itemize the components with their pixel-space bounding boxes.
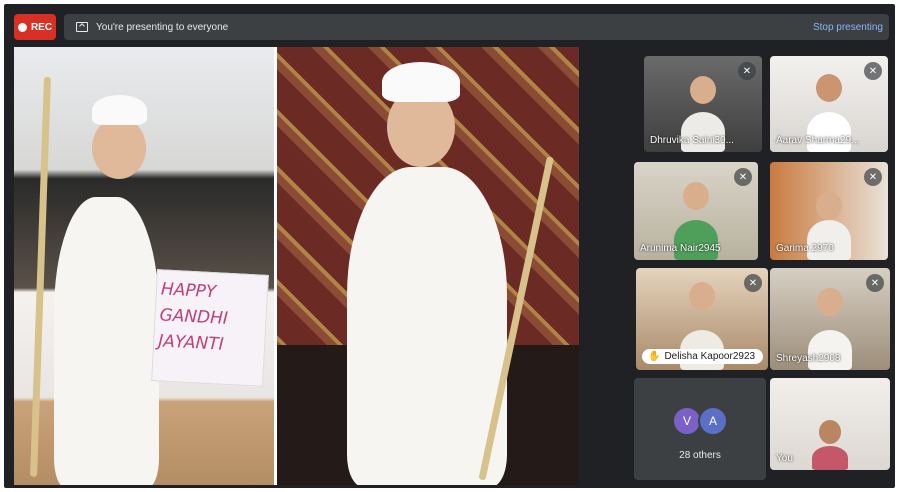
mic-off-icon: ✕ bbox=[744, 274, 762, 292]
participant-face bbox=[689, 282, 715, 310]
presentation-photo-left: HAPPY GANDHI JAYANTI bbox=[14, 47, 274, 485]
participant-tile[interactable]: ✕ ✋ Delisha Kapoor2923 bbox=[636, 268, 768, 370]
participant-body bbox=[808, 330, 852, 370]
recording-badge[interactable]: REC bbox=[14, 14, 56, 40]
participant-face bbox=[816, 192, 842, 220]
participant-name: Aarav Sharma29... bbox=[776, 135, 860, 146]
participant-tile[interactable]: ✕ Dhruvika Saini30... bbox=[644, 56, 762, 152]
mic-off-icon: ✕ bbox=[866, 274, 884, 292]
participant-name: Arunima Nair2945 bbox=[640, 243, 721, 254]
greeting-sign: HAPPY GANDHI JAYANTI bbox=[151, 269, 269, 387]
others-tile[interactable]: V A 28 others bbox=[634, 378, 766, 480]
participant-face bbox=[683, 182, 709, 210]
participant-body bbox=[681, 112, 725, 152]
participant-face bbox=[817, 288, 843, 316]
child-cap bbox=[92, 95, 147, 125]
child-figure bbox=[54, 197, 159, 485]
presenting-message: You're presenting to everyone bbox=[96, 21, 229, 33]
participant-name: Garima 2970 bbox=[776, 243, 834, 254]
participant-tile[interactable]: ✕ Arunima Nair2945 bbox=[634, 162, 758, 260]
participant-body bbox=[812, 446, 848, 470]
participant-body bbox=[674, 220, 718, 260]
child-face bbox=[92, 117, 146, 179]
others-count: 28 others bbox=[679, 450, 721, 461]
mic-off-icon: ✕ bbox=[864, 168, 882, 186]
participant-name: You bbox=[776, 453, 793, 464]
child-figure bbox=[347, 167, 507, 485]
present-screen-icon bbox=[76, 22, 88, 32]
walking-stick bbox=[30, 76, 51, 477]
presentation-photo-right bbox=[277, 47, 579, 485]
mic-off-icon: ✕ bbox=[738, 62, 756, 80]
participant-name: Shreyash2908 bbox=[776, 353, 841, 364]
sign-line: JAYANTI bbox=[157, 331, 225, 355]
child-cap bbox=[382, 62, 460, 102]
raised-hand-icon: ✋ bbox=[648, 351, 661, 362]
stop-presenting-button[interactable]: Stop presenting bbox=[813, 22, 883, 33]
participant-face bbox=[816, 74, 842, 102]
record-icon bbox=[17, 22, 27, 32]
participant-face bbox=[819, 420, 841, 444]
mic-off-icon: ✕ bbox=[864, 62, 882, 80]
self-tile[interactable]: You bbox=[770, 378, 890, 470]
mic-off-icon: ✕ bbox=[734, 168, 752, 186]
participant-face bbox=[690, 76, 716, 104]
recording-label: REC bbox=[30, 21, 53, 33]
presented-screen: HAPPY GANDHI JAYANTI bbox=[14, 47, 579, 485]
presenting-banner: You're presenting to everyone Stop prese… bbox=[64, 14, 889, 40]
participant-body bbox=[807, 220, 851, 260]
participant-tile[interactable]: ✕ Garima 2970 bbox=[770, 162, 888, 260]
participant-tile[interactable]: ✕ Shreyash2908 bbox=[770, 268, 890, 370]
participant-avatar: A bbox=[698, 406, 728, 436]
participant-name: Dhruvika Saini30... bbox=[650, 135, 734, 146]
participant-name-chip: ✋ Delisha Kapoor2923 bbox=[642, 349, 764, 364]
others-avatars: V A bbox=[634, 406, 766, 436]
participant-name: Delisha Kapoor2923 bbox=[664, 351, 756, 362]
meeting-window: REC You're presenting to everyone Stop p… bbox=[4, 4, 895, 488]
participant-body bbox=[807, 112, 851, 152]
participant-tile[interactable]: ✕ Aarav Sharma29... bbox=[770, 56, 888, 152]
